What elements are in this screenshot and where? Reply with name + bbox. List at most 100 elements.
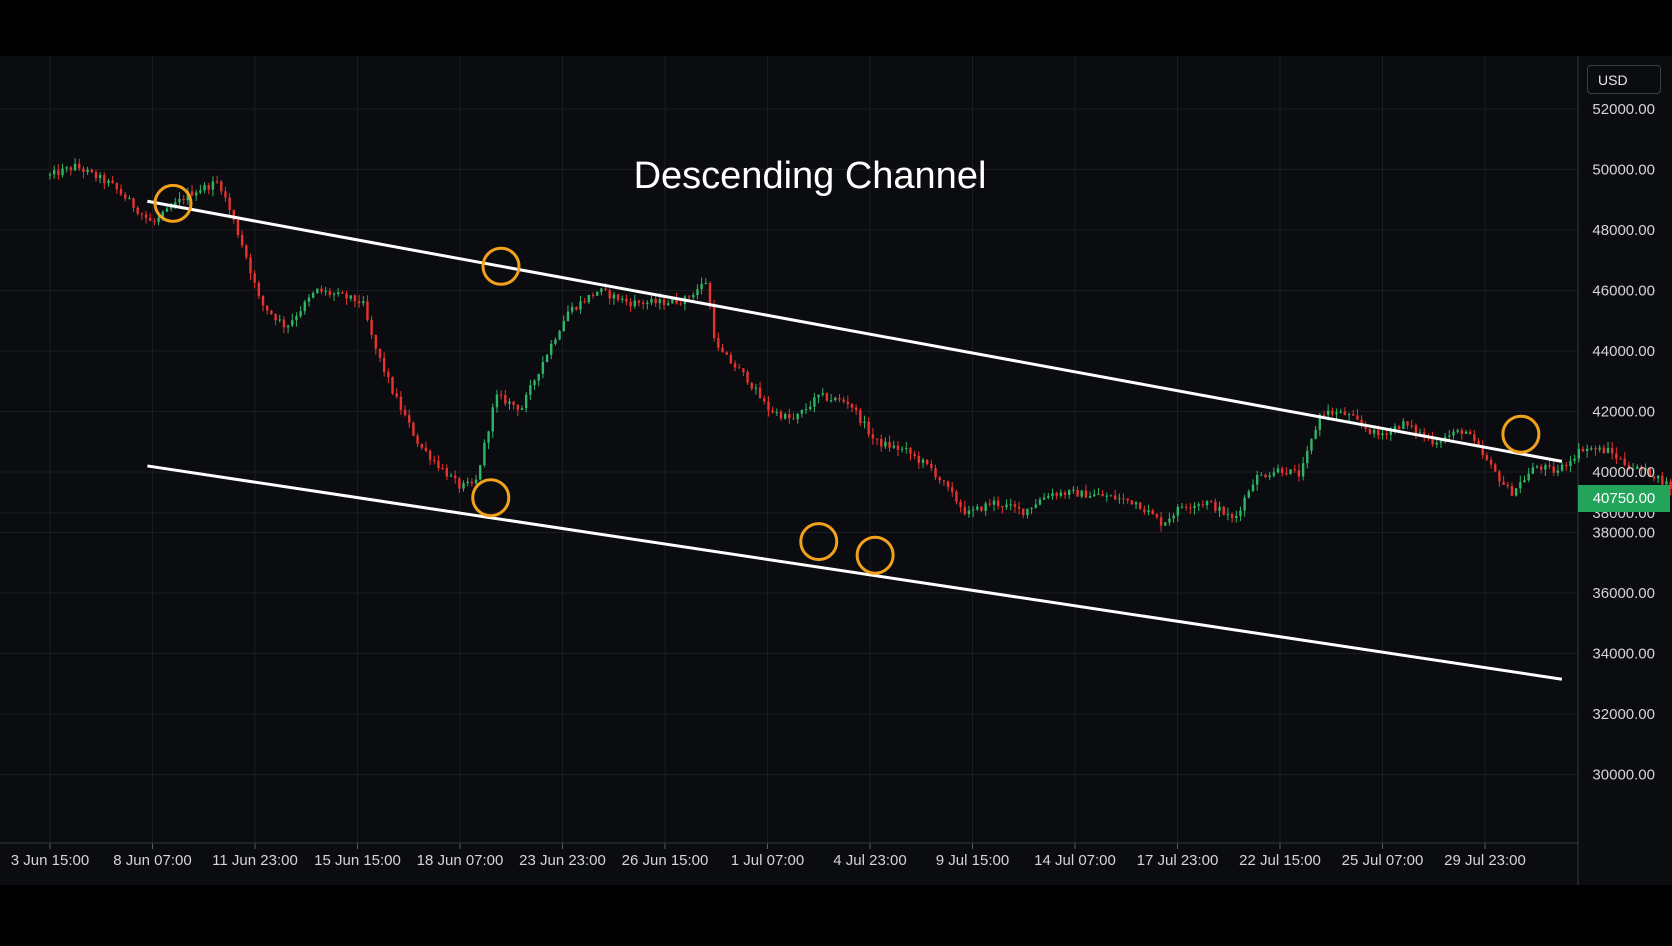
candle-body[interactable] — [616, 294, 620, 300]
candle-body[interactable] — [687, 296, 691, 298]
candle-body[interactable] — [930, 463, 933, 469]
candle-body[interactable] — [700, 283, 703, 290]
candle-body[interactable] — [449, 475, 453, 477]
candle-body[interactable] — [1193, 505, 1196, 508]
candle-body[interactable] — [1602, 447, 1606, 453]
candle-body[interactable] — [1598, 447, 1601, 450]
candle-body[interactable] — [541, 361, 545, 374]
candle-body[interactable] — [1356, 415, 1359, 420]
candle-body[interactable] — [775, 411, 779, 413]
candle-body[interactable] — [771, 410, 774, 413]
candle-body[interactable] — [123, 194, 127, 199]
candle-body[interactable] — [604, 288, 607, 290]
candle-body[interactable] — [1001, 506, 1004, 508]
candle-body[interactable] — [1059, 492, 1063, 496]
candle-body[interactable] — [307, 297, 311, 302]
candle-body[interactable] — [153, 220, 156, 222]
candle-body[interactable] — [1539, 466, 1543, 470]
candle-body[interactable] — [809, 406, 812, 410]
candle-body[interactable] — [1611, 447, 1614, 454]
candle-body[interactable] — [408, 415, 411, 423]
candle-body[interactable] — [1406, 421, 1409, 426]
candle-body[interactable] — [424, 447, 428, 451]
currency-selector[interactable]: USD — [1587, 65, 1661, 94]
candle-body[interactable] — [1385, 433, 1388, 435]
candle-body[interactable] — [274, 314, 277, 321]
candle-body[interactable] — [136, 207, 139, 214]
candle-body[interactable] — [316, 288, 319, 294]
candle-body[interactable] — [1189, 507, 1192, 509]
candle-body[interactable] — [1506, 484, 1509, 487]
candle-body[interactable] — [215, 181, 219, 183]
candle-body[interactable] — [1460, 430, 1464, 434]
candle-body[interactable] — [984, 503, 987, 511]
candle-body[interactable] — [1055, 493, 1058, 496]
candle-body[interactable] — [595, 291, 599, 296]
candle-body[interactable] — [1272, 472, 1276, 476]
candle-body[interactable] — [98, 175, 102, 179]
candle-body[interactable] — [783, 414, 787, 419]
candle-body[interactable] — [320, 288, 323, 292]
candle-body[interactable] — [1397, 426, 1401, 429]
candle-body[interactable] — [1005, 504, 1008, 508]
candle-body[interactable] — [1042, 497, 1046, 500]
candle-body[interactable] — [1485, 455, 1489, 460]
candle-body[interactable] — [821, 393, 824, 395]
candle-body[interactable] — [796, 413, 799, 420]
candle-body[interactable] — [48, 174, 52, 176]
candle-body[interactable] — [1285, 472, 1288, 475]
candle-body[interactable] — [1226, 514, 1230, 516]
candle-body[interactable] — [157, 217, 160, 222]
candle-body[interactable] — [1565, 464, 1568, 466]
candle-body[interactable] — [566, 311, 570, 322]
candle-body[interactable] — [203, 184, 206, 191]
candle-body[interactable] — [299, 311, 302, 317]
candle-body[interactable] — [905, 448, 908, 450]
candle-body[interactable] — [295, 316, 298, 321]
candle-body[interactable] — [1214, 501, 1217, 511]
candle-body[interactable] — [763, 398, 766, 402]
candle-body[interactable] — [817, 394, 820, 398]
candle-body[interactable] — [529, 385, 532, 395]
candle-body[interactable] — [1326, 410, 1330, 415]
candle-body[interactable] — [1577, 448, 1580, 459]
candle-body[interactable] — [391, 377, 394, 394]
candle-body[interactable] — [976, 506, 979, 510]
candle-body[interactable] — [959, 501, 962, 507]
candle-body[interactable] — [140, 213, 144, 215]
candle-body[interactable] — [94, 172, 98, 179]
candle-body[interactable] — [291, 320, 294, 326]
candle-body[interactable] — [1180, 506, 1184, 508]
candle-body[interactable] — [144, 214, 148, 218]
candle-body[interactable] — [1159, 517, 1163, 526]
candle-body[interactable] — [917, 455, 921, 463]
candle-body[interactable] — [378, 348, 382, 358]
candle-body[interactable] — [834, 397, 837, 400]
candle-body[interactable] — [282, 319, 286, 328]
candle-body[interactable] — [1606, 447, 1610, 453]
candle-body[interactable] — [1260, 474, 1263, 476]
candle-body[interactable] — [345, 293, 348, 299]
candle-body[interactable] — [253, 273, 256, 283]
candle-body[interactable] — [474, 479, 478, 484]
candle-body[interactable] — [1560, 464, 1564, 471]
candle-body[interactable] — [1084, 490, 1088, 498]
candle-body[interactable] — [90, 169, 93, 173]
candle-body[interactable] — [942, 480, 946, 482]
candle-body[interactable] — [533, 380, 536, 386]
candle-body[interactable] — [1510, 486, 1514, 496]
candle-body[interactable] — [1101, 493, 1104, 497]
candle-body[interactable] — [583, 301, 586, 303]
candle-body[interactable] — [550, 343, 553, 355]
candle-body[interactable] — [1222, 506, 1225, 515]
candle-body[interactable] — [579, 301, 582, 310]
candle-body[interactable] — [1051, 493, 1054, 497]
candle-body[interactable] — [1590, 448, 1593, 450]
candle-body[interactable] — [1343, 411, 1347, 416]
candle-body[interactable] — [337, 292, 340, 294]
candle-body[interactable] — [52, 170, 56, 175]
candle-body[interactable] — [1255, 475, 1259, 485]
candle-body[interactable] — [1184, 506, 1188, 508]
candle-body[interactable] — [1452, 431, 1455, 436]
candle-body[interactable] — [1009, 504, 1012, 506]
